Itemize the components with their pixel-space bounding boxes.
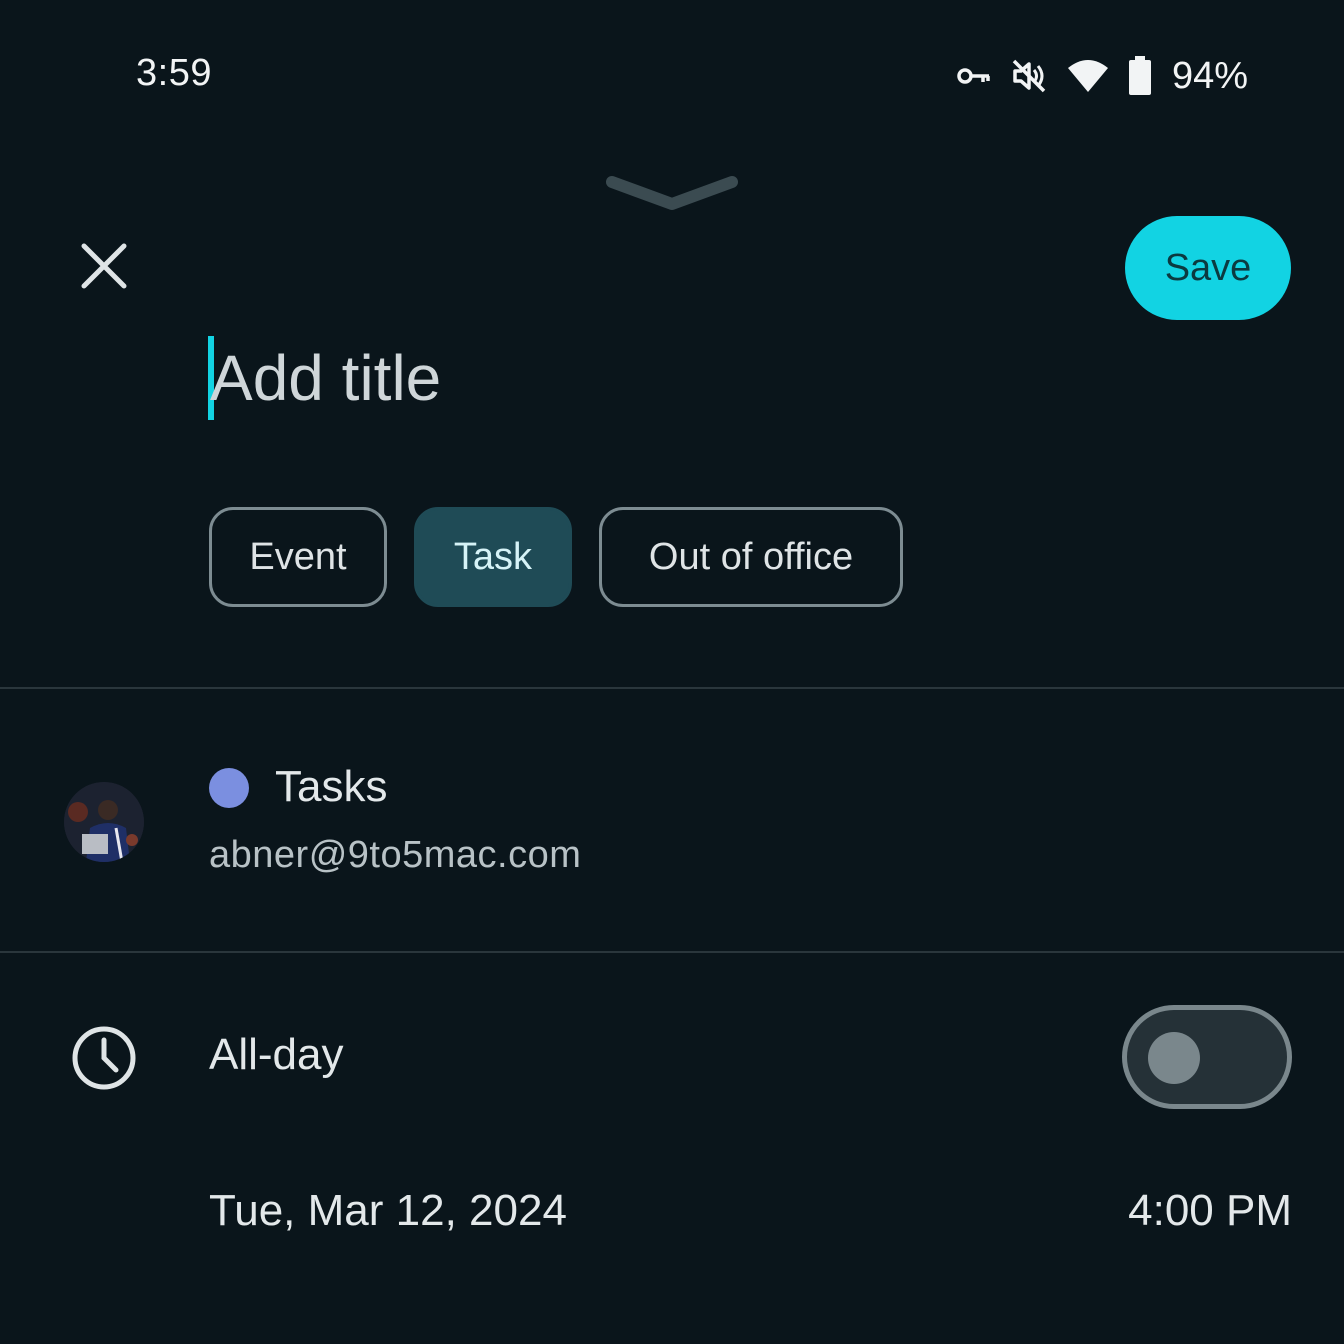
close-button[interactable] (72, 236, 136, 300)
calendar-account-email[interactable]: abner@9to5mac.com (209, 834, 581, 877)
start-date[interactable]: Tue, Mar 12, 2024 (209, 1186, 567, 1236)
vpn-key-icon (956, 64, 992, 88)
chip-event[interactable]: Event (209, 507, 387, 607)
vibrate-off-icon (1010, 57, 1048, 95)
sheet-drag-handle[interactable] (604, 172, 740, 219)
status-time: 3:59 (136, 52, 212, 94)
battery-icon (1128, 56, 1152, 96)
calendar-color-dot (209, 768, 249, 808)
title-input[interactable] (210, 341, 910, 415)
toggle-knob (1148, 1032, 1200, 1084)
divider (0, 687, 1344, 689)
calendar-name[interactable]: Tasks (275, 762, 387, 812)
all-day-label: All-day (209, 1030, 344, 1079)
all-day-toggle[interactable] (1122, 1005, 1292, 1109)
wifi-icon (1066, 58, 1110, 94)
battery-percent: 94% (1171, 54, 1248, 97)
avatar[interactable] (64, 782, 144, 862)
chip-out-of-office[interactable]: Out of office (599, 507, 903, 607)
entry-type-chips: Event Task Out of office (209, 507, 903, 607)
chip-task[interactable]: Task (414, 507, 572, 607)
save-button[interactable]: Save (1125, 216, 1291, 320)
title-field[interactable] (208, 336, 910, 420)
status-icons: 94% (956, 50, 1248, 102)
clock-icon (70, 1024, 138, 1097)
start-time[interactable]: 4:00 PM (1128, 1186, 1292, 1236)
create-task-screen: 3:59 94% Save Add title Event Task Out o… (0, 0, 1344, 1344)
divider (0, 951, 1344, 953)
close-icon (80, 242, 128, 295)
